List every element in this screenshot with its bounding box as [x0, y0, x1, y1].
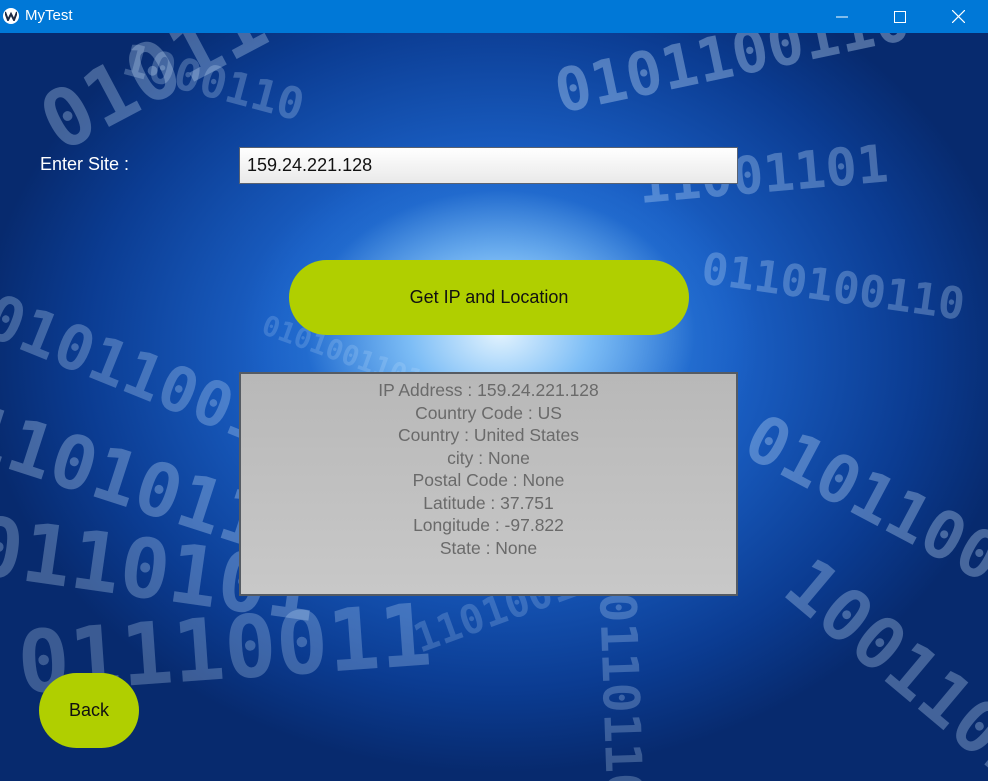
kivy-app-icon — [3, 8, 19, 24]
svg-text:0101100: 0101100 — [732, 399, 988, 598]
get-ip-location-button[interactable]: Get IP and Location — [289, 260, 689, 335]
result-country-code: Country Code : US — [415, 402, 562, 423]
minimize-icon — [836, 16, 848, 17]
svg-text:0110110: 0110110 — [588, 591, 653, 781]
app-canvas: 0101101 1000110 0101100110 11001101 0110… — [0, 33, 988, 781]
title-bar: MyTest — [0, 0, 988, 33]
result-postal-code: Postal Code : None — [412, 470, 565, 490]
result-state: State : None — [439, 537, 538, 558]
result-latitude: Latitude : 37.751 — [423, 492, 554, 513]
result-longitude: Longitude : -97.822 — [413, 515, 564, 535]
back-button[interactable]: Back — [39, 673, 139, 748]
close-button[interactable] — [929, 0, 987, 33]
close-icon — [951, 10, 965, 23]
enter-site-label: Enter Site : — [40, 154, 130, 174]
svg-text:0101100110: 0101100110 — [549, 33, 917, 128]
result-city: city : None — [447, 447, 530, 468]
minimize-button[interactable] — [813, 0, 871, 33]
svg-text:0110100110: 0110100110 — [698, 243, 967, 330]
result-country: Country : United States — [398, 425, 579, 445]
window-title: MyTest — [25, 7, 73, 24]
maximize-button[interactable] — [871, 0, 929, 33]
location-result-box: IP Address : 159.24.221.128 Country Code… — [239, 372, 738, 596]
site-input[interactable] — [239, 147, 738, 184]
maximize-icon — [894, 10, 906, 23]
result-ip-address: IP Address : 159.24.221.128 — [378, 380, 599, 400]
